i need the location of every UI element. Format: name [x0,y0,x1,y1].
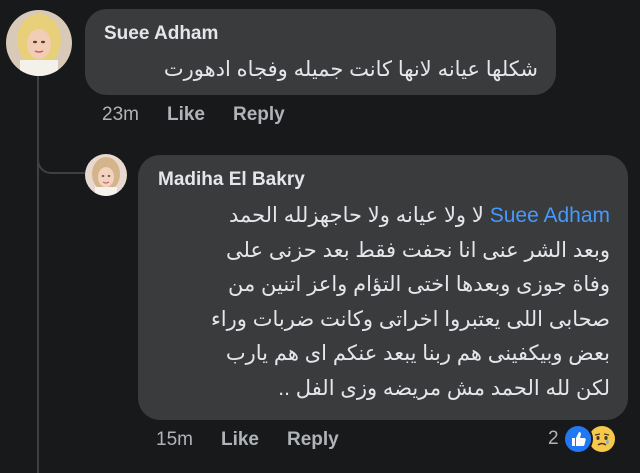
reaction-summary[interactable]: 2 [548,424,617,454]
reply-line: Suee Adham لا ولا عيانه ولا حاجهزلله الح… [228,204,610,227]
comment-time[interactable]: 23m [102,104,139,126]
comment-actions: 23m Like Reply [102,104,313,126]
reply-line: لكن لله الحمد مش مريضه وزى الفل .. [278,376,610,400]
comment-text: شكلها عيانه لانها كانت جميله وفجاه ادهور… [163,58,538,81]
reply-line: وفاة جوزى وبعدها اختى التؤام واعز اتنين … [227,273,610,296]
comment-bubble: Suee Adham شكلها عيانه لانها كانت جميله … [85,9,556,95]
reply-profile-photo [85,154,127,196]
reply-line: وبعد الشر عنى انا نحفت فقط بعد حزنى على [226,238,610,262]
mention-link[interactable]: Suee Adham [490,204,610,227]
reply-like-button[interactable]: Like [221,429,259,451]
reply-text: Suee Adham لا ولا عيانه ولا حاجهزلله الح… [150,199,610,406]
profile-photo [6,10,72,76]
reply-button[interactable]: Reply [233,104,285,126]
reply-reply-button[interactable]: Reply [287,429,339,451]
comment-author[interactable]: Suee Adham [104,23,218,45]
reply-author[interactable]: Madiha El Bakry [158,169,305,191]
avatar[interactable] [6,10,72,76]
reply-line: بعض وبيكفينى هم ربنا يبعد عنكم اى هم يار… [225,342,610,365]
reaction-count: 2 [548,428,559,449]
reply-connector [37,140,85,174]
like-icon [562,424,593,454]
reply-line: صحابى اللى يعتبروا اخراتى وكانت ضربات ور… [210,307,610,331]
thread-line [37,76,39,473]
reply-avatar[interactable] [85,154,127,196]
reply-bubble: Madiha El Bakry Suee Adham لا ولا عيانه … [138,155,628,420]
comment-thread: Suee Adham شكلها عيانه لانها كانت جميله … [0,0,640,473]
like-button[interactable]: Like [167,104,205,126]
reply-actions: 15m Like Reply [156,429,367,451]
reply-time[interactable]: 15m [156,429,193,451]
